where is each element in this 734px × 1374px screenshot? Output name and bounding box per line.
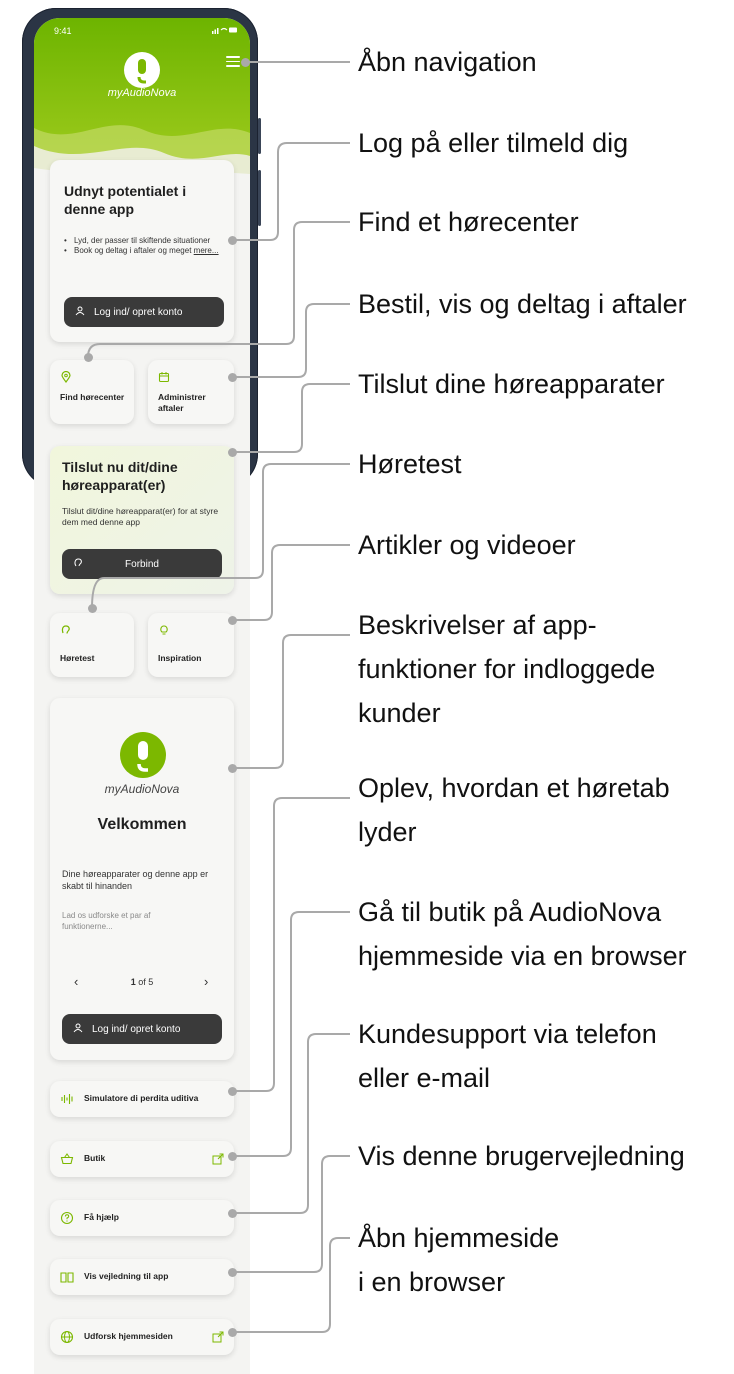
callout-guide: Vis denne brugervejledning xyxy=(358,1141,685,1171)
callout-support: Kundesupport via telefon eller e-mail xyxy=(358,1019,657,1093)
callout-descriptions: Beskrivelser af app- funktioner for indl… xyxy=(358,610,656,728)
callout-website: Åbn hjemmeside i en browser xyxy=(358,1223,560,1297)
callout-dot xyxy=(228,1152,237,1161)
callout-find-center: Find et hørecenter xyxy=(358,207,579,237)
callout-dot xyxy=(228,373,237,382)
callout-dot xyxy=(228,1268,237,1277)
callout-appointments: Bestil, vis og deltag i aftaler xyxy=(358,289,687,319)
callout-hearing-test: Høretest xyxy=(358,449,462,479)
callout-dot xyxy=(88,604,97,613)
callout-dot xyxy=(228,764,237,773)
callout-dot xyxy=(228,1328,237,1337)
callout-dot xyxy=(228,236,237,245)
callout-dot xyxy=(241,58,250,67)
callout-connect: Tilslut dine høreapparater xyxy=(358,369,665,399)
callout-simulator: Oplev, hvordan et høretab lyder xyxy=(358,773,670,847)
callout-articles: Artikler og videoer xyxy=(358,530,576,560)
callout-dot xyxy=(228,1087,237,1096)
callout-navigation: Åbn navigation xyxy=(358,47,537,77)
callout-shop: Gå til butik på AudioNova hjemmeside via… xyxy=(358,897,687,971)
callout-dot xyxy=(228,448,237,457)
callout-dot xyxy=(228,616,237,625)
callout-login: Log på eller tilmeld dig xyxy=(358,128,629,158)
callout-dot xyxy=(228,1209,237,1218)
callout-dot xyxy=(84,353,93,362)
